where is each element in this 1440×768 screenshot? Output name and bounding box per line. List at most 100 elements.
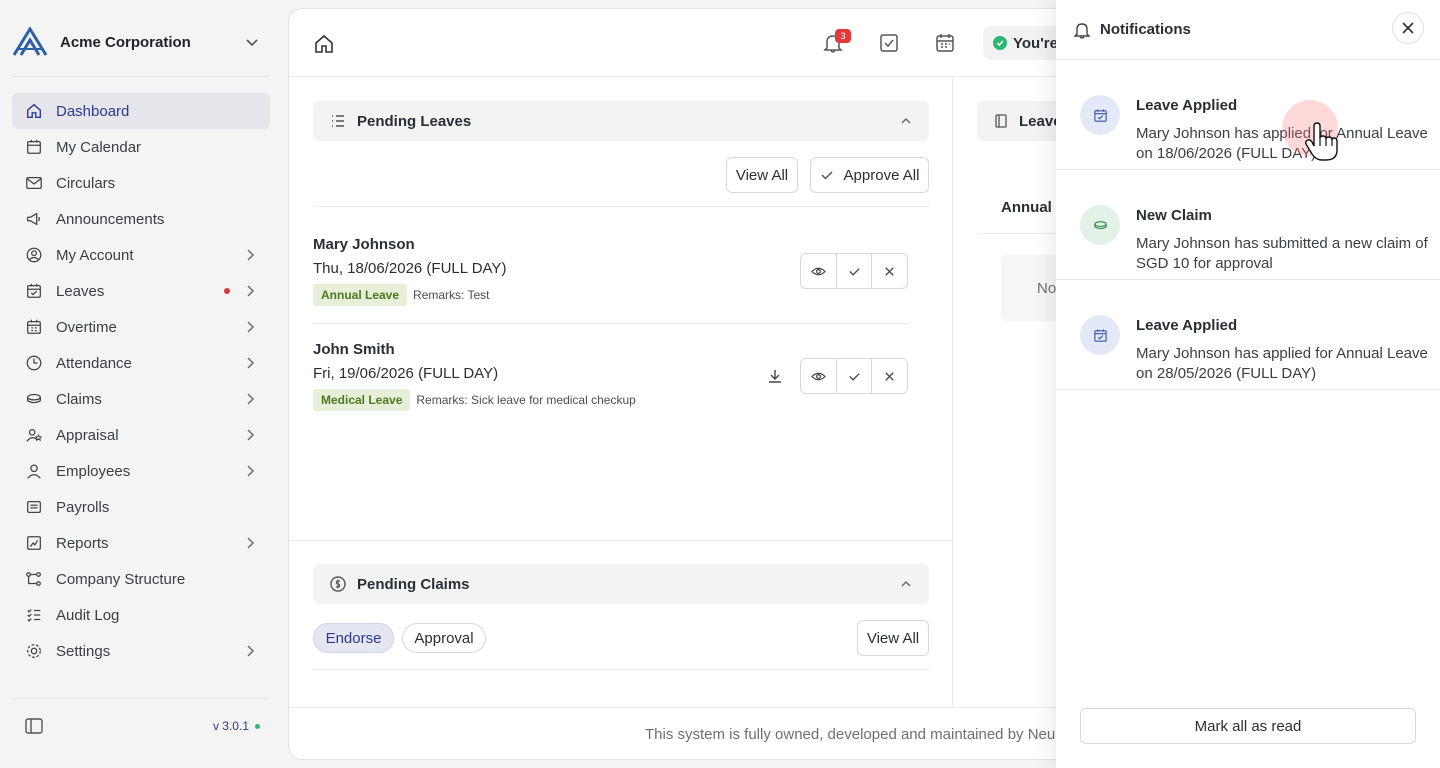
sidebar-item-label: Company Structure xyxy=(56,570,186,588)
button-label: View All xyxy=(735,166,789,184)
notification-item[interactable]: Leave Applied Mary Johnson has applied f… xyxy=(1056,280,1440,390)
chevron-right-icon xyxy=(247,537,254,549)
sidebar-item-my-account[interactable]: My Account xyxy=(12,237,270,273)
notification-body: Mary Johnson has submitted a new claim o… xyxy=(1136,235,1428,272)
view-button[interactable] xyxy=(801,254,837,288)
sidebar-item-label: Announcements xyxy=(56,210,165,228)
drawer-title: Notifications xyxy=(1100,21,1191,38)
receipt-icon xyxy=(24,497,44,517)
sidebar-item-overtime[interactable]: Overtime xyxy=(12,309,270,345)
calendar-check-icon xyxy=(24,281,44,301)
notification-badge: 3 xyxy=(835,29,851,43)
user-star-icon xyxy=(24,425,44,445)
sidebar-item-settings[interactable]: Settings xyxy=(12,633,270,669)
sidebar-item-payrolls[interactable]: Payrolls xyxy=(12,489,270,525)
sidebar-item-appraisal[interactable]: Appraisal xyxy=(12,417,270,453)
sidebar: Acme Corporation Dashboard My Calendar C… xyxy=(0,0,282,768)
view-all-claims-button[interactable]: View All xyxy=(857,620,929,656)
chevron-down-icon[interactable] xyxy=(242,32,262,52)
sidebar-item-company-structure[interactable]: Company Structure xyxy=(12,561,270,597)
sidebar-item-dashboard[interactable]: Dashboard xyxy=(12,93,270,129)
bell-icon xyxy=(1073,22,1091,39)
chevron-right-icon xyxy=(247,321,254,333)
sidebar-item-label: Employees xyxy=(56,462,131,480)
tab-label: Approval xyxy=(414,629,474,647)
sidebar-item-my-calendar[interactable]: My Calendar xyxy=(12,129,270,165)
notifications-drawer: Notifications Leave Applied Mary Johnson… xyxy=(1056,0,1440,768)
sidebar-footer: v 3.0.1 xyxy=(12,710,270,742)
close-icon xyxy=(885,371,894,381)
notification-title: Leave Applied xyxy=(1136,97,1238,114)
view-button[interactable] xyxy=(801,359,837,393)
org-switcher[interactable]: Acme Corporation xyxy=(12,24,270,60)
approve-all-button[interactable]: Approve All xyxy=(810,157,929,193)
tab-endorse[interactable]: Endorse xyxy=(313,623,394,653)
dollar-circle-icon xyxy=(330,576,346,592)
chevron-up-icon[interactable] xyxy=(899,577,913,591)
sidebar-item-label: Payrolls xyxy=(56,498,110,516)
approve-button[interactable] xyxy=(837,359,873,393)
version-text: v 3.0.1 xyxy=(212,719,249,733)
hierarchy-icon xyxy=(24,569,44,589)
pending-leaves-header[interactable]: Pending Leaves xyxy=(313,101,929,141)
download-icon[interactable] xyxy=(767,368,783,384)
sidebar-toggle-icon[interactable] xyxy=(24,716,44,736)
calendar-icon[interactable] xyxy=(934,32,956,54)
divider xyxy=(289,540,953,541)
button-label: View All xyxy=(866,629,920,647)
reject-button[interactable] xyxy=(872,254,907,288)
tab-label: Endorse xyxy=(325,629,382,647)
megaphone-icon xyxy=(24,209,44,229)
notification-item[interactable]: New Claim Mary Johnson has submitted a n… xyxy=(1056,170,1440,280)
sidebar-item-label: My Calendar xyxy=(56,138,142,156)
approve-button[interactable] xyxy=(837,254,873,288)
chevron-up-icon[interactable] xyxy=(899,114,913,128)
sidebar-item-announcements[interactable]: Announcements xyxy=(12,201,270,237)
sidebar-item-label: Appraisal xyxy=(56,426,119,444)
chart-icon xyxy=(24,533,44,553)
leave-type-badge: Medical Leave xyxy=(313,389,411,411)
list-icon xyxy=(332,115,344,127)
notification-body: Mary Johnson has applied for Annual Leav… xyxy=(1136,345,1428,382)
sidebar-item-audit-log[interactable]: Audit Log xyxy=(12,597,270,633)
clock-icon xyxy=(24,353,44,373)
view-all-leaves-button[interactable]: View All xyxy=(726,157,798,193)
calendar-icon xyxy=(24,137,44,157)
check-icon xyxy=(848,372,860,381)
chevron-right-icon xyxy=(247,465,254,477)
reject-button[interactable] xyxy=(872,359,907,393)
leave-remarks: Remarks: Test xyxy=(413,288,490,302)
chevron-right-icon xyxy=(247,285,254,297)
sidebar-item-claims[interactable]: Claims xyxy=(12,381,270,417)
divider xyxy=(313,206,929,207)
sidebar-item-label: Dashboard xyxy=(56,102,130,120)
sidebar-item-reports[interactable]: Reports xyxy=(12,525,270,561)
notification-item[interactable]: Leave Applied Mary Johnson has applied f… xyxy=(1056,60,1440,170)
sidebar-item-attendance[interactable]: Attendance xyxy=(12,345,270,381)
section-title: Pending Claims xyxy=(357,575,470,593)
sidebar-item-label: Overtime xyxy=(56,318,117,336)
button-label: Approve All xyxy=(843,166,920,184)
sidebar-item-circulars[interactable]: Circulars xyxy=(12,165,270,201)
pending-claims-header[interactable]: Pending Claims xyxy=(313,564,929,604)
notification-title: Leave Applied xyxy=(1136,317,1238,334)
task-check-icon[interactable] xyxy=(878,32,900,54)
chevron-right-icon xyxy=(247,645,254,657)
close-button[interactable] xyxy=(1392,12,1424,44)
home-icon[interactable] xyxy=(313,33,335,55)
user-icon xyxy=(24,461,44,481)
divider xyxy=(12,698,270,699)
sidebar-item-employees[interactable]: Employees xyxy=(12,453,270,489)
unread-dot xyxy=(224,288,230,294)
sidebar-item-label: Claims xyxy=(56,390,102,408)
close-icon xyxy=(885,266,894,276)
sidebar-item-leaves[interactable]: Leaves xyxy=(12,273,270,309)
mark-all-read-button[interactable]: Mark all as read xyxy=(1080,708,1416,744)
tab-approval[interactable]: Approval xyxy=(402,623,486,653)
sidebar-item-label: My Account xyxy=(56,246,134,264)
book-icon xyxy=(995,114,1007,128)
leave-actions xyxy=(800,253,908,289)
divider xyxy=(313,669,929,670)
chevron-right-icon xyxy=(247,393,254,405)
eye-icon xyxy=(810,372,826,380)
